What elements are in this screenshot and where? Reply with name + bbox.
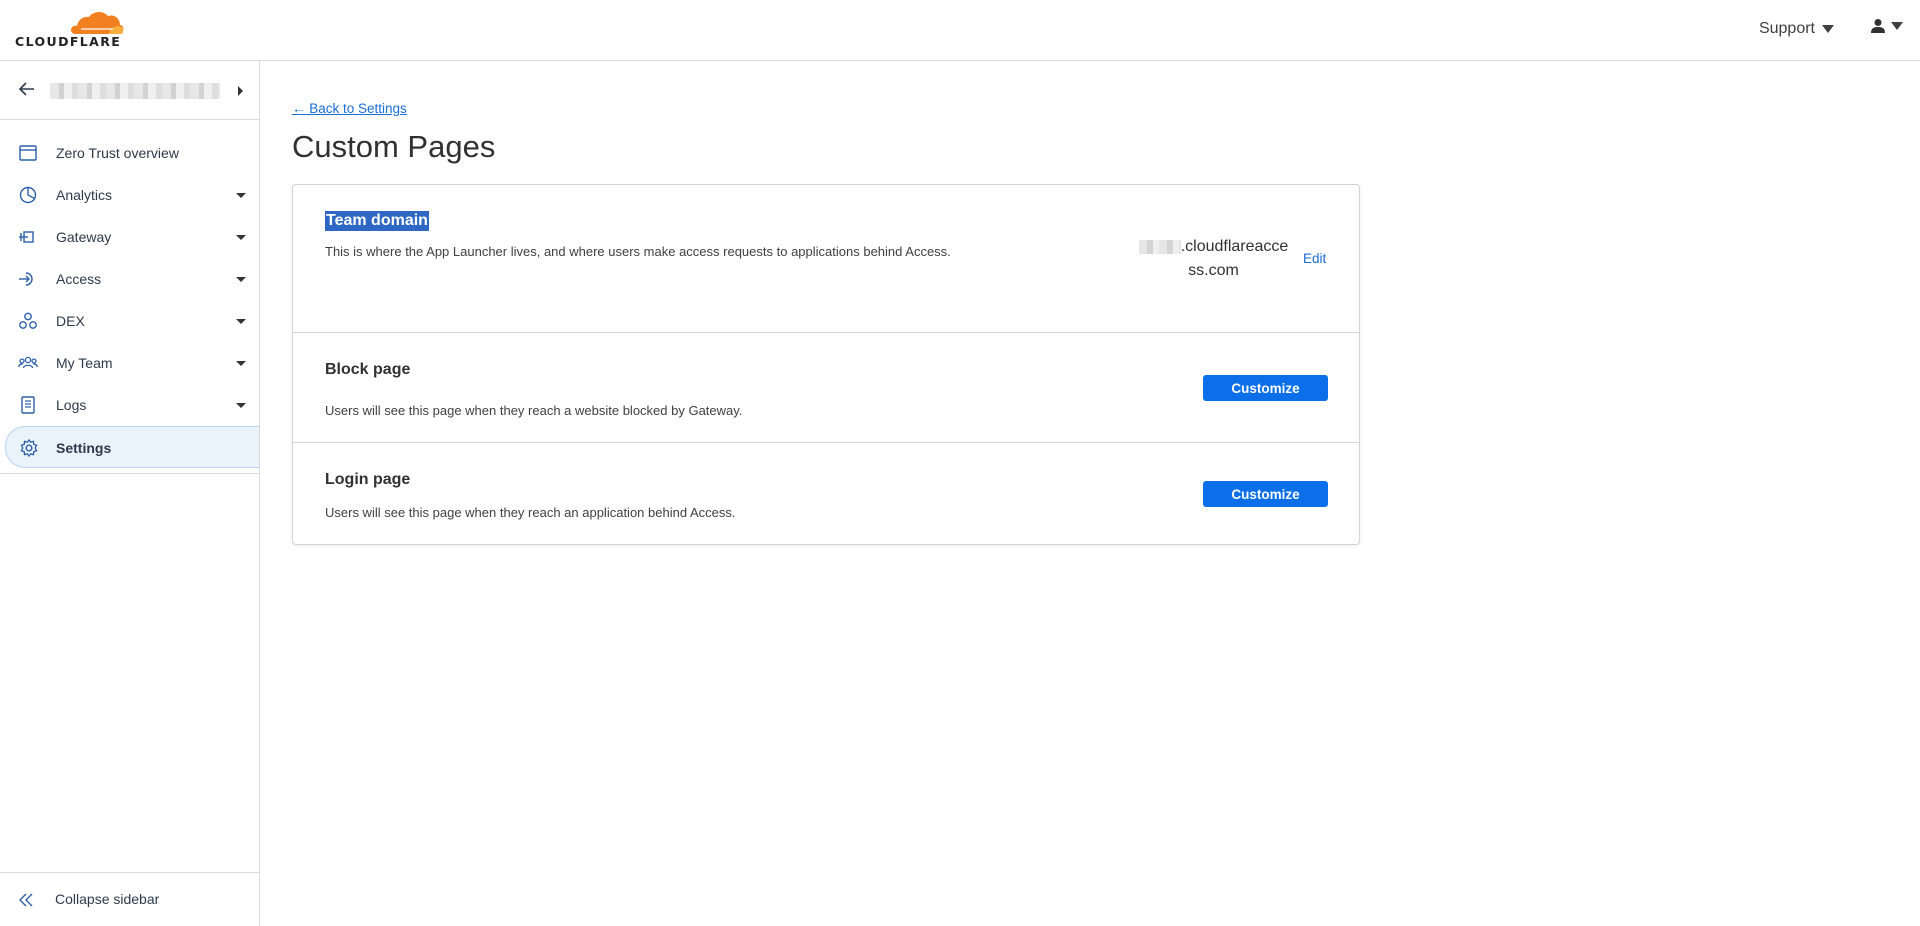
top-header: CLOUDFLARE Support <box>0 0 1920 61</box>
account-switcher[interactable] <box>0 61 259 120</box>
access-icon <box>19 272 33 286</box>
section-description: Users will see this page when they reach… <box>325 403 743 418</box>
sidebar: Zero Trust overview Analytics Gateway Ac… <box>0 61 260 926</box>
chevron-down-icon <box>236 235 246 240</box>
caret-down-icon <box>1891 22 1903 30</box>
sidebar-item-logs[interactable]: Logs <box>0 384 259 426</box>
sidebar-item-settings[interactable]: Settings <box>5 426 259 468</box>
team-icon <box>18 356 38 369</box>
page-title: Custom Pages <box>292 129 496 164</box>
section-description: This is where the App Launcher lives, an… <box>325 244 951 259</box>
chevron-down-icon <box>236 193 246 198</box>
dex-icon <box>19 312 37 329</box>
sidebar-item-label: Gateway <box>56 229 112 245</box>
cloudflare-cloud-icon <box>71 11 124 34</box>
section-title: Block page <box>325 361 411 378</box>
customize-login-page-button[interactable]: Customize <box>1203 481 1328 507</box>
sidebar-nav: Zero Trust overview Analytics Gateway Ac… <box>0 132 259 468</box>
user-icon <box>1871 19 1885 33</box>
chevron-down-icon <box>236 403 246 408</box>
gear-icon <box>20 439 38 457</box>
logs-icon <box>21 396 35 414</box>
sidebar-item-label: Logs <box>56 397 87 413</box>
sidebar-item-dex[interactable]: DEX <box>0 300 259 342</box>
customize-block-page-button[interactable]: Customize <box>1203 375 1328 401</box>
login-page-section: Login page Users will see this page when… <box>293 443 1359 544</box>
sidebar-item-label: My Team <box>56 355 113 371</box>
browser-window-icon <box>19 145 37 161</box>
chevron-down-icon <box>236 277 246 282</box>
arrow-left-icon[interactable] <box>18 80 36 98</box>
sidebar-item-my-team[interactable]: My Team <box>0 342 259 384</box>
section-title: Login page <box>325 471 411 488</box>
gateway-icon <box>19 231 34 243</box>
caret-right-icon <box>238 86 243 96</box>
sidebar-item-analytics[interactable]: Analytics <box>0 174 259 216</box>
sidebar-item-gateway[interactable]: Gateway <box>0 216 259 258</box>
sidebar-item-label: Analytics <box>56 187 113 203</box>
collapse-sidebar-label: Collapse sidebar <box>55 891 160 907</box>
team-name-redacted <box>1138 239 1181 254</box>
sidebar-item-label: Settings <box>56 440 112 456</box>
custom-pages-card: Team domain This is where the App Launch… <box>292 184 1360 545</box>
domain-suffix-line1: .cloudflareacce <box>1180 238 1289 255</box>
collapse-sidebar-button[interactable]: Collapse sidebar <box>0 872 259 926</box>
section-description: Users will see this page when they reach… <box>325 505 736 520</box>
support-label: Support <box>1758 20 1815 37</box>
user-menu[interactable] <box>1870 18 1904 34</box>
caret-down-icon <box>1822 25 1834 33</box>
domain-suffix-line2: ss.com <box>1188 262 1239 279</box>
sidebar-item-label: Zero Trust overview <box>56 145 179 161</box>
chevron-down-icon <box>236 361 246 366</box>
chevron-down-icon <box>236 319 246 324</box>
sidebar-item-access[interactable]: Access <box>0 258 259 300</box>
sidebar-item-label: DEX <box>56 313 85 329</box>
logo-wordmark: CLOUDFLARE <box>15 34 122 49</box>
edit-team-domain-link[interactable]: Edit <box>1303 251 1326 266</box>
back-to-settings-link[interactable]: ← Back to Settings <box>292 101 407 116</box>
sidebar-item-zero-trust-overview[interactable]: Zero Trust overview <box>0 132 259 174</box>
support-menu[interactable]: Support <box>1759 20 1835 38</box>
account-name-redacted <box>50 83 220 99</box>
team-domain-section: Team domain This is where the App Launch… <box>293 185 1359 333</box>
cloudflare-logo[interactable]: CLOUDFLARE <box>15 8 125 49</box>
team-domain-value: .cloudflareacce ss.com <box>1136 235 1291 283</box>
sidebar-item-label: Access <box>56 271 102 287</box>
block-page-section: Block page Users will see this page when… <box>293 333 1359 443</box>
double-chevron-left-icon <box>19 893 33 907</box>
section-title: Team domain <box>325 211 429 231</box>
pie-chart-icon <box>19 186 37 204</box>
sidebar-divider <box>0 473 259 474</box>
